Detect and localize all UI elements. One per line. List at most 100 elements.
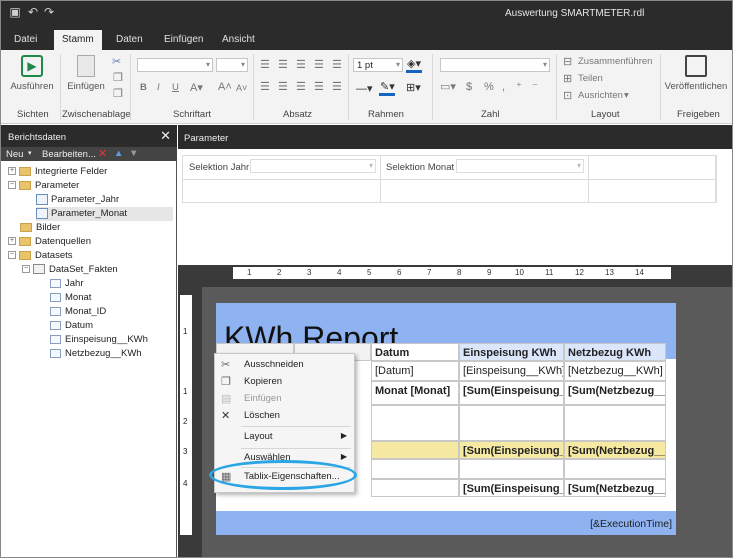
percent-icon[interactable]: % xyxy=(484,81,494,93)
chevron-down-icon[interactable]: ▾ xyxy=(624,90,629,101)
tab-stamm[interactable]: Stamm xyxy=(54,30,102,50)
tablix-cell[interactable] xyxy=(459,459,564,479)
border-style-icon[interactable]: —▾ xyxy=(356,83,373,95)
tree-item-field[interactable]: Jahr xyxy=(50,277,83,291)
tree-item-field[interactable]: Einspeisung__KWh xyxy=(50,333,148,347)
tree-item-field[interactable]: Monat xyxy=(50,291,91,305)
page-footer[interactable]: [&ExecutionTime] xyxy=(216,511,676,535)
sum-cell-einspeisung[interactable]: [Sum(Einspeisung__ xyxy=(459,381,564,405)
tab-einfuegen[interactable]: Einfügen xyxy=(164,34,203,45)
close-icon[interactable]: ✕ xyxy=(160,128,171,144)
move-down-icon[interactable]: ▼ xyxy=(129,148,138,159)
thousands-icon[interactable]: , xyxy=(502,81,505,93)
tree-item-parameter-jahr[interactable]: Parameter_Jahr xyxy=(36,193,119,207)
total-cell-netzbezug[interactable]: [Sum(Netzbezug__ xyxy=(564,479,666,497)
number-format-combo[interactable]: ▾ xyxy=(440,58,550,72)
menu-item-paste[interactable]: ▤ Einfügen xyxy=(215,391,354,407)
tab-datei[interactable]: Datei xyxy=(14,34,37,45)
tablix-cell[interactable] xyxy=(371,459,459,479)
collapse-icon[interactable]: − xyxy=(22,265,30,274)
expand-icon[interactable]: + xyxy=(8,237,16,246)
sum-cell-netzbezug[interactable]: [Sum(Netzbezug__ xyxy=(564,381,666,405)
tablix-cell[interactable] xyxy=(459,405,564,441)
align-bottom-icon[interactable]: ☰ xyxy=(296,59,306,71)
fill-color-icon[interactable]: ◈▾ xyxy=(407,58,421,70)
header-cell-einspeisung[interactable]: Einspeisung KWh xyxy=(459,343,564,361)
align-top-icon[interactable]: ☰ xyxy=(260,59,270,71)
collapse-icon[interactable]: − xyxy=(8,181,16,190)
tree-item-integrierte-felder[interactable]: + Integrierte Felder xyxy=(8,165,107,179)
edit-button[interactable]: Bearbeiten... xyxy=(42,149,96,160)
tablix-cell[interactable] xyxy=(371,405,459,441)
placeholder-icon[interactable]: ▭▾ xyxy=(440,81,456,93)
border-color-icon[interactable]: ✎▾ xyxy=(380,81,395,93)
tree-item-field[interactable]: Datum xyxy=(50,319,93,333)
param-select-jahr[interactable]: ▾ xyxy=(250,159,376,173)
tablix-cell[interactable] xyxy=(371,479,459,497)
tab-daten[interactable]: Daten xyxy=(116,34,143,45)
header-cell-datum[interactable]: Datum xyxy=(371,343,459,361)
menu-item-delete[interactable]: ✕ Löschen xyxy=(215,408,354,424)
font-size-combo[interactable]: ▾ xyxy=(216,58,248,72)
tablix-cell[interactable] xyxy=(564,459,666,479)
bold-button[interactable]: B xyxy=(140,82,147,93)
increase-decimal-icon[interactable]: ⁺ xyxy=(516,81,522,93)
detail-cell-einspeisung[interactable]: [Einspeisung__KWh] xyxy=(459,361,564,381)
menu-item-cut[interactable]: ✂ Ausschneiden xyxy=(215,357,354,373)
borders-icon[interactable]: ⊞▾ xyxy=(406,82,421,94)
copy-icon[interactable]: ❐ xyxy=(113,72,123,84)
tree-item-dataset-fakten[interactable]: − DataSet_Fakten xyxy=(22,263,118,277)
tree-item-datenquellen[interactable]: + Datenquellen xyxy=(8,235,91,249)
expand-icon[interactable]: + xyxy=(8,167,16,176)
new-button[interactable]: Neu xyxy=(6,149,23,160)
underline-button[interactable]: U xyxy=(172,82,179,93)
indent-icon[interactable]: ☰ xyxy=(314,81,324,93)
currency-icon[interactable]: $ xyxy=(466,81,472,93)
group-cell-monat[interactable]: Monat [Monat] xyxy=(371,381,459,405)
tablix-cell[interactable] xyxy=(564,405,666,441)
collapse-icon[interactable]: − xyxy=(8,251,16,260)
tab-ansicht[interactable]: Ansicht xyxy=(222,34,255,45)
tree-item-parameter-monat[interactable]: Parameter_Monat xyxy=(36,207,173,221)
redo-icon[interactable]: ↷ xyxy=(42,5,56,19)
font-family-combo[interactable]: ▾ xyxy=(137,58,213,72)
tree-item-bilder[interactable]: Bilder xyxy=(20,221,60,235)
execution-time[interactable]: [&ExecutionTime] xyxy=(590,518,672,530)
tree-item-field[interactable]: Netzbezug__KWh xyxy=(50,347,142,361)
italic-button[interactable]: I xyxy=(157,82,160,93)
align-left-icon[interactable]: ☰ xyxy=(260,81,270,93)
detail-cell-datum[interactable]: [Datum] xyxy=(371,361,459,381)
merge-cells-button[interactable]: Zusammenführen xyxy=(578,56,652,67)
split-cells-button[interactable]: Teilen xyxy=(578,73,603,84)
format-painter-icon[interactable]: ❐ xyxy=(113,88,123,100)
tablix-cell[interactable] xyxy=(371,441,459,459)
publish-button[interactable]: Veröffentlichen xyxy=(664,55,728,92)
menu-item-copy[interactable]: ❐ Kopieren xyxy=(215,374,354,390)
paste-button[interactable]: Einfügen xyxy=(66,55,106,92)
subtotal-cell-einspeisung[interactable]: [Sum(Einspeisung__ xyxy=(459,441,564,459)
align-button[interactable]: Ausrichten xyxy=(578,90,623,101)
move-up-icon[interactable]: ▲ xyxy=(114,148,123,159)
decrease-decimal-icon[interactable]: ⁻ xyxy=(532,81,538,93)
list-icon[interactable]: ☰ xyxy=(314,59,324,71)
undo-icon[interactable]: ↶ xyxy=(26,5,40,19)
header-cell-netzbezug[interactable]: Netzbezug KWh xyxy=(564,343,666,361)
delete-icon[interactable]: ✕ xyxy=(98,147,107,160)
subtotal-cell-netzbezug[interactable]: [Sum(Netzbezug__ xyxy=(564,441,666,459)
font-color-icon[interactable]: A▾ xyxy=(190,81,203,94)
shrink-font-icon[interactable]: A˅ xyxy=(236,83,247,93)
run-button[interactable]: ▶ Ausführen xyxy=(10,55,54,92)
param-select-monat[interactable]: ▾ xyxy=(456,159,584,173)
align-middle-icon[interactable]: ☰ xyxy=(278,59,288,71)
outdent-icon[interactable]: ☰ xyxy=(332,81,342,93)
align-right-icon[interactable]: ☰ xyxy=(296,81,306,93)
total-cell-einspeisung[interactable]: [Sum(Einspeisung__ xyxy=(459,479,564,497)
cut-icon[interactable]: ✂ xyxy=(112,56,121,68)
align-center-icon[interactable]: ☰ xyxy=(278,81,288,93)
tree-item-field[interactable]: Monat_ID xyxy=(50,305,106,319)
chevron-down-icon[interactable]: ▾ xyxy=(28,149,32,157)
border-width-combo[interactable]: 1 pt ▾ xyxy=(353,58,403,72)
tree-item-parameter[interactable]: − Parameter xyxy=(8,179,79,193)
tree-item-datasets[interactable]: − Datasets xyxy=(8,249,73,263)
numbered-list-icon[interactable]: ☰ xyxy=(332,59,342,71)
